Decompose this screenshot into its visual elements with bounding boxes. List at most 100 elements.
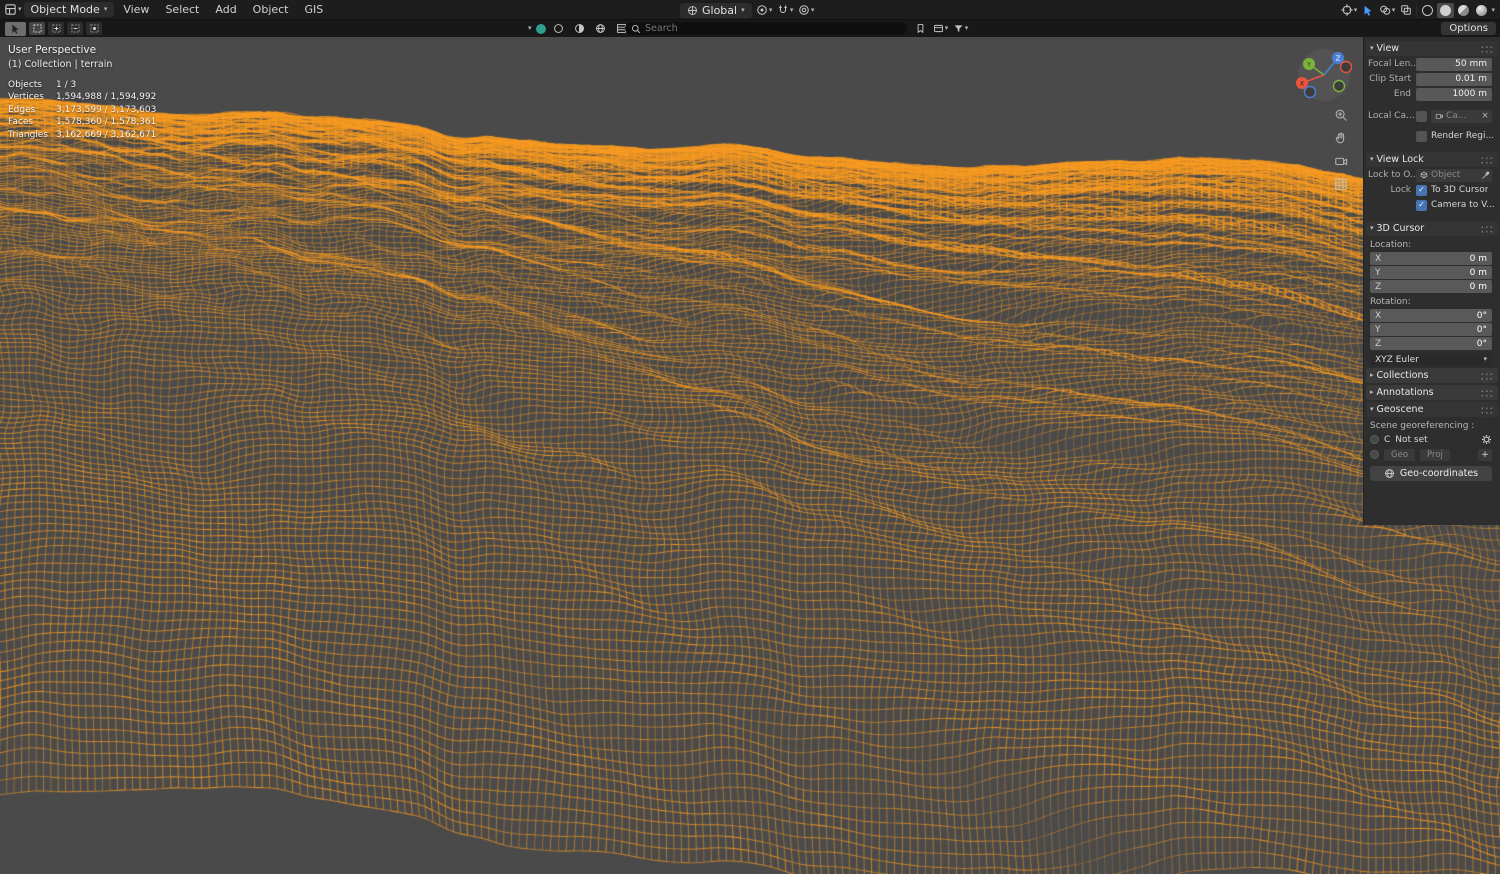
drag-grip-icon[interactable]	[1480, 44, 1494, 53]
chevron-down-icon: ▾	[1370, 155, 1374, 163]
menu-select[interactable]: Select	[158, 0, 206, 19]
cursor-blue-icon	[1364, 5, 1372, 16]
panel-header-collections[interactable]: ▸ Collections	[1366, 368, 1498, 383]
menu-gis[interactable]: GIS	[298, 0, 331, 19]
material-sphere-icon	[1458, 4, 1470, 16]
viewport-toggle-3[interactable]	[592, 21, 609, 36]
cursor-location-y[interactable]: Y 0 m	[1370, 266, 1492, 279]
menu-view[interactable]: View	[116, 0, 156, 19]
drag-grip-icon[interactable]	[1480, 405, 1494, 414]
add-crs-button[interactable]: +	[1478, 448, 1492, 461]
render-region-checkbox[interactable]	[1416, 130, 1427, 142]
viewport-canvas[interactable]	[0, 37, 1500, 874]
panel-header-geoscene[interactable]: ▾ Geoscene	[1366, 402, 1498, 417]
presets-button[interactable]: ▾	[932, 21, 949, 36]
pivot-point-select[interactable]: ▾	[756, 3, 773, 18]
chevron-down-icon: ▾	[1483, 355, 1487, 363]
geo-radio-icon[interactable]	[1370, 450, 1379, 459]
lock-object-field[interactable]: Object	[1416, 168, 1478, 182]
lock-3d-cursor-checkbox[interactable]: ✓	[1416, 184, 1427, 196]
bookmark-button[interactable]	[912, 21, 929, 36]
gis-earth-icon[interactable]	[535, 23, 546, 34]
geo-coordinates-button[interactable]: Geo-coordinates	[1370, 466, 1492, 481]
lock-camera-label: Camera to V...	[1431, 200, 1495, 210]
cursor-location-x[interactable]: X 0 m	[1370, 252, 1492, 265]
shading-wireframe-button[interactable]	[1419, 3, 1436, 18]
select-mode-set-button[interactable]	[29, 22, 45, 35]
chevron-down-icon: ▾	[1370, 224, 1374, 232]
shading-rendered-button[interactable]	[1473, 3, 1490, 18]
focal-length-label: Focal Len...	[1368, 59, 1416, 69]
focal-length-field[interactable]: 50 mm	[1416, 57, 1492, 71]
overlays-toggle[interactable]: ▾	[1378, 3, 1395, 18]
gizmo-axis-x-neg[interactable]	[1339, 60, 1353, 74]
cursor-rotation-z[interactable]: Z 0°	[1370, 337, 1492, 350]
active-tool-indicator[interactable]	[1359, 3, 1376, 18]
menu-add[interactable]: Add	[208, 0, 243, 19]
proj-button[interactable]: Proj	[1420, 448, 1450, 461]
xray-toggle[interactable]	[1397, 3, 1414, 18]
zoom-button[interactable]	[1333, 107, 1349, 123]
options-button[interactable]: Options	[1441, 22, 1496, 35]
panel-header-view[interactable]: ▾ View	[1366, 41, 1498, 56]
cursor-rotation-y[interactable]: Y 0°	[1370, 323, 1492, 336]
gizmo-axis-z-neg[interactable]	[1303, 85, 1317, 99]
crs-radio-icon[interactable]	[1370, 435, 1379, 444]
topbar: ▾ Object Mode ▾ View Select Add Object G…	[0, 0, 1500, 20]
select-mode-invert-button[interactable]	[86, 22, 102, 35]
editor-type-button[interactable]: ▾	[4, 2, 22, 17]
camera-view-button[interactable]	[1333, 153, 1349, 169]
crs-settings-button[interactable]	[1481, 434, 1492, 445]
drag-grip-icon[interactable]	[1480, 224, 1494, 233]
shading-solid-button[interactable]	[1437, 2, 1455, 18]
search-input[interactable]	[645, 23, 901, 34]
drag-grip-icon[interactable]	[1480, 371, 1494, 380]
drag-grip-icon[interactable]	[1480, 155, 1494, 164]
geo-button[interactable]: Geo	[1384, 448, 1416, 461]
clip-start-field[interactable]: 0.01 m	[1416, 72, 1492, 86]
viewport-toggle-1[interactable]	[550, 21, 567, 36]
local-camera-field[interactable]: Ca...	[1431, 109, 1478, 123]
clear-icon[interactable]: ×	[1478, 109, 1492, 123]
select-set-icon	[32, 24, 42, 33]
shading-material-button[interactable]	[1455, 3, 1472, 18]
stat-label: Edges	[8, 104, 36, 115]
filter-button[interactable]: ▾	[952, 21, 969, 36]
chevron-down-icon: ▾	[18, 5, 22, 13]
viewport-toggle-2[interactable]	[571, 21, 588, 36]
eyedropper-button[interactable]	[1478, 168, 1492, 182]
panel-header-3d-cursor[interactable]: ▾ 3D Cursor	[1366, 221, 1498, 236]
cursor-rotation-x[interactable]: X 0°	[1370, 309, 1492, 322]
select-mode-subtract-button[interactable]	[67, 22, 83, 35]
xray-icon	[1401, 5, 1411, 15]
viewport-editor-icon	[5, 4, 16, 15]
pan-button[interactable]	[1333, 130, 1349, 146]
gizmo-axis-y-neg[interactable]	[1332, 79, 1346, 93]
lock-label: Lock	[1390, 185, 1411, 195]
active-tool-button[interactable]	[5, 21, 26, 36]
focal-length-row: Focal Len... 50 mm	[1364, 57, 1500, 71]
menu-object[interactable]: Object	[246, 0, 296, 19]
select-mode-extend-button[interactable]	[48, 22, 64, 35]
navigation-gizmo[interactable]: Z Y X	[1294, 45, 1354, 105]
lock-camera-checkbox[interactable]: ✓	[1416, 199, 1427, 211]
mode-select[interactable]: Object Mode ▾	[23, 2, 115, 17]
chevron-down-icon[interactable]: ▾	[528, 25, 532, 32]
drag-grip-icon[interactable]	[1480, 388, 1494, 397]
proportional-editing-toggle[interactable]: ▾	[798, 3, 815, 18]
panel-header-annotations[interactable]: ▸ Annotations	[1366, 385, 1498, 400]
snap-toggle[interactable]: ▾	[777, 3, 794, 18]
local-camera-checkbox[interactable]	[1416, 110, 1427, 122]
solid-sphere-icon	[1440, 4, 1452, 16]
transform-orientation-select[interactable]: Global ▾	[680, 2, 752, 18]
clip-end-label: End	[1393, 89, 1411, 99]
crs-value: Not set	[1395, 434, 1428, 445]
euler-mode-select[interactable]: XYZ Euler ▾	[1370, 353, 1492, 366]
geo-proj-row: Geo Proj +	[1364, 447, 1500, 462]
ortho-toggle-button[interactable]	[1333, 176, 1349, 192]
show-gizmo-toggle[interactable]: ▾	[1340, 3, 1357, 18]
cursor-location-z[interactable]: Z 0 m	[1370, 280, 1492, 293]
panel-header-view-lock[interactable]: ▾ View Lock	[1366, 152, 1498, 167]
axis-value: 0°	[1476, 310, 1487, 321]
clip-end-field[interactable]: 1000 m	[1416, 87, 1492, 101]
